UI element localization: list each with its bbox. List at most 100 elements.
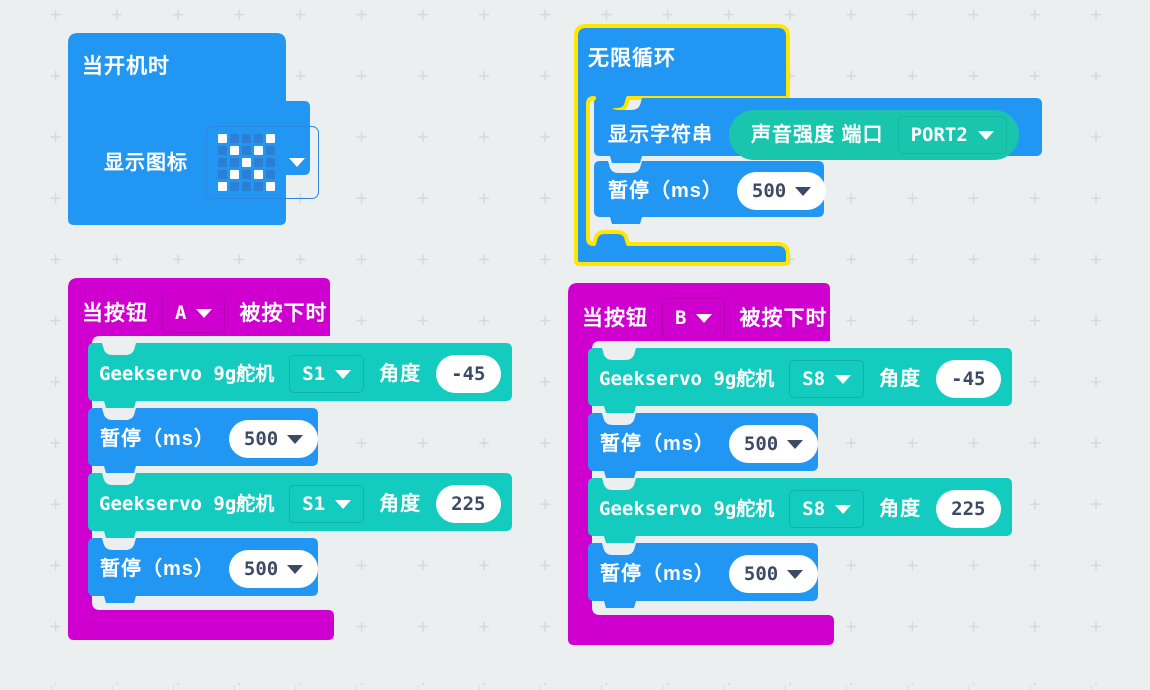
chevron-down-icon[interactable] [287,564,304,574]
led-cell-3-0 [218,170,227,179]
show-icon-row: 显示图标 [104,126,319,199]
chevron-down-icon[interactable] [696,313,713,323]
duration-value: 500 [243,428,279,450]
angle-value-field[interactable]: -45 [936,360,1001,398]
servo-row-a1: Geekservo 9g舵机 S1 角度 -45 [99,355,501,393]
chevron-down-icon[interactable] [835,374,852,384]
port-select-field[interactable]: PORT2 [897,116,1007,154]
led-cell-3-2 [242,170,251,179]
led-cell-4-3 [254,182,263,191]
led-cell-0-4 [266,134,275,143]
led-cell-3-4 [266,170,275,179]
led-cell-3-3 [254,170,263,179]
pause-label: 暂停（ms） [608,180,723,202]
when-button-label-after: 被按下时 [739,306,828,330]
angle-value: -45 [451,363,486,385]
angle-value: 225 [951,498,986,520]
angle-label: 角度 [879,368,922,390]
angle-label: 角度 [379,363,422,385]
chevron-down-icon[interactable] [787,439,804,449]
led-cell-3-1 [230,170,239,179]
angle-value-field[interactable]: -45 [436,355,501,393]
show-string-row: 显示字符串 声音强度 端口 PORT2 [608,110,1019,160]
led-cell-4-0 [218,182,227,191]
button-b-hat-row: 当按钮 B 被按下时 [582,298,827,338]
servo-label: Geekservo 9g舵机 [99,362,275,385]
led-matrix-preview [218,134,275,191]
led-cell-0-3 [254,134,263,143]
angle-label: 角度 [379,493,422,515]
chevron-down-icon[interactable] [835,504,852,514]
chevron-down-icon[interactable] [289,158,305,167]
servo-row-b1: Geekservo 9g舵机 S8 角度 -45 [599,360,1001,398]
sound-level-label: 声音强度 端口 [751,124,884,146]
servo-label: Geekservo 9g舵机 [599,497,775,520]
chevron-down-icon[interactable] [787,569,804,579]
led-cell-1-4 [266,146,275,155]
led-cell-1-3 [254,146,263,155]
sound-level-reporter-block[interactable]: 声音强度 端口 PORT2 [729,110,1019,160]
when-button-label-after: 被按下时 [239,301,328,325]
led-cell-0-1 [230,134,239,143]
on-start-label: 当开机时 [82,55,170,78]
show-icon-label: 显示图标 [104,151,188,174]
port-select-value: PORT2 [910,124,968,146]
servo-port-value: S8 [802,498,826,520]
angle-value: 225 [451,493,486,515]
led-cell-2-2 [242,158,251,167]
chevron-down-icon[interactable] [977,130,994,140]
show-string-label: 显示字符串 [608,124,713,146]
button-a-hat-row: 当按钮 A 被按下时 [82,293,327,333]
duration-select-field[interactable]: 500 [736,172,827,210]
chevron-down-icon[interactable] [335,369,352,379]
servo-port-select-field[interactable]: S8 [789,490,865,528]
duration-select-field[interactable]: 500 [228,550,319,588]
angle-value-field[interactable]: 225 [936,490,1001,528]
button-select-field[interactable]: B [662,298,726,338]
servo-port-select-field[interactable]: S1 [289,485,365,523]
servo-row-b2: Geekservo 9g舵机 S8 角度 225 [599,490,1001,528]
led-cell-4-4 [266,182,275,191]
pause-label: 暂停（ms） [100,558,215,580]
chevron-down-icon[interactable] [196,308,213,318]
pause-row-a1: 暂停（ms） 500 [100,420,319,458]
pause-label: 暂停（ms） [600,433,715,455]
duration-value: 500 [743,433,779,455]
led-cell-2-3 [254,158,263,167]
led-cell-2-4 [266,158,275,167]
led-cell-4-2 [242,182,251,191]
pause-row-b1: 暂停（ms） 500 [600,425,819,463]
chevron-down-icon[interactable] [795,186,812,196]
duration-select-field[interactable]: 500 [728,425,819,463]
servo-port-value: S8 [802,368,826,390]
forever-loop-label: 无限循环 [588,47,676,70]
when-button-label-before: 当按钮 [582,306,648,330]
pause-row-b2: 暂停（ms） 500 [600,555,819,593]
angle-value-field[interactable]: 225 [436,485,501,523]
chevron-down-icon[interactable] [335,499,352,509]
button-select-field[interactable]: A [162,293,226,333]
servo-label: Geekservo 9g舵机 [99,492,275,515]
servo-port-select-field[interactable]: S1 [289,355,365,393]
led-cell-1-2 [242,146,251,155]
servo-port-value: S1 [302,363,326,385]
led-cell-2-0 [218,158,227,167]
angle-label: 角度 [879,498,922,520]
led-cell-1-1 [230,146,239,155]
button-select-value: B [675,307,687,329]
servo-row-a2: Geekservo 9g舵机 S1 角度 225 [99,485,501,523]
blockly-workspace[interactable]: 当开机时 显示图标 无限循环 显示字符串 声音强度 端口 PORT2 暂停（ms… [0,0,1150,685]
icon-picker-field[interactable] [206,126,319,199]
pause-label: 暂停（ms） [100,428,215,450]
pause-row-loop: 暂停（ms） 500 [608,172,827,210]
servo-port-select-field[interactable]: S8 [789,360,865,398]
duration-value: 500 [743,563,779,585]
duration-select-field[interactable]: 500 [728,555,819,593]
chevron-down-icon[interactable] [287,434,304,444]
button-select-value: A [175,302,187,324]
when-button-label-before: 当按钮 [82,301,148,325]
led-cell-0-2 [242,134,251,143]
duration-select-field[interactable]: 500 [228,420,319,458]
led-cell-0-0 [218,134,227,143]
duration-value: 500 [751,180,787,202]
